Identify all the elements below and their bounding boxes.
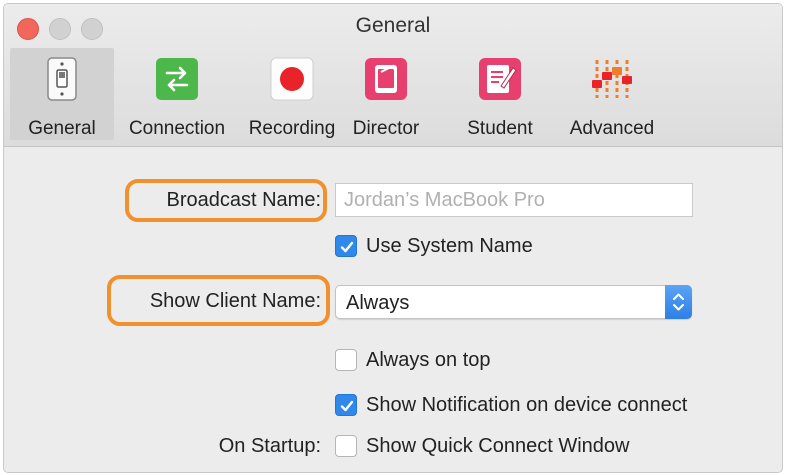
show-notification-label: Show Notification on device connect [366, 394, 688, 416]
checkmark-icon [340, 400, 354, 412]
show-client-name-select[interactable]: Always [335, 285, 692, 319]
preferences-window: General General Connection Recording Dir… [4, 4, 782, 472]
tab-director-label: Director [352, 118, 420, 139]
toggle-switch-icon [47, 57, 77, 101]
tab-recording-label: Recording [248, 118, 336, 139]
titlebar: General General Connection Recording Dir… [4, 4, 782, 147]
director-device-icon [365, 58, 407, 100]
tab-advanced[interactable]: Advanced [560, 48, 664, 140]
tab-connection-label: Connection [128, 118, 226, 139]
updown-chevron-icon [673, 293, 684, 311]
show-client-name-label: Show Client Name: [149, 290, 321, 312]
on-startup-label: On Startup: [218, 435, 321, 457]
tab-connection[interactable]: Connection [122, 48, 232, 140]
broadcast-name-field[interactable]: Jordan’s MacBook Pro [335, 183, 693, 217]
general-pane: Broadcast Name: Jordan’s MacBook Pro Use… [4, 147, 782, 472]
tab-recording[interactable]: Recording [240, 48, 344, 140]
always-on-top-label: Always on top [366, 349, 491, 371]
broadcast-name-label: Broadcast Name: [166, 189, 321, 211]
use-system-name-checkbox[interactable] [335, 235, 357, 257]
quick-connect-checkbox[interactable] [335, 435, 357, 457]
tab-director[interactable]: Director [344, 48, 428, 140]
always-on-top-checkbox[interactable] [335, 349, 357, 371]
record-dot-icon [270, 57, 314, 101]
broadcast-name-placeholder: Jordan’s MacBook Pro [344, 189, 545, 211]
show-client-name-value: Always [346, 292, 410, 314]
sliders-icon [592, 60, 632, 98]
tab-student[interactable]: Student [452, 48, 548, 140]
quick-connect-label: Show Quick Connect Window [366, 435, 630, 457]
tab-student-label: Student [467, 118, 533, 139]
checkmark-icon [340, 241, 354, 253]
show-notification-checkbox[interactable] [335, 394, 357, 416]
tab-general[interactable]: General [10, 48, 114, 140]
student-notepad-icon [479, 58, 521, 100]
window-title: General [355, 14, 431, 37]
tab-general-label: General [28, 118, 96, 139]
swap-arrows-icon [156, 58, 198, 100]
tab-advanced-label: Advanced [569, 118, 655, 139]
use-system-name-label: Use System Name [366, 235, 533, 257]
select-stepper[interactable] [665, 285, 692, 319]
